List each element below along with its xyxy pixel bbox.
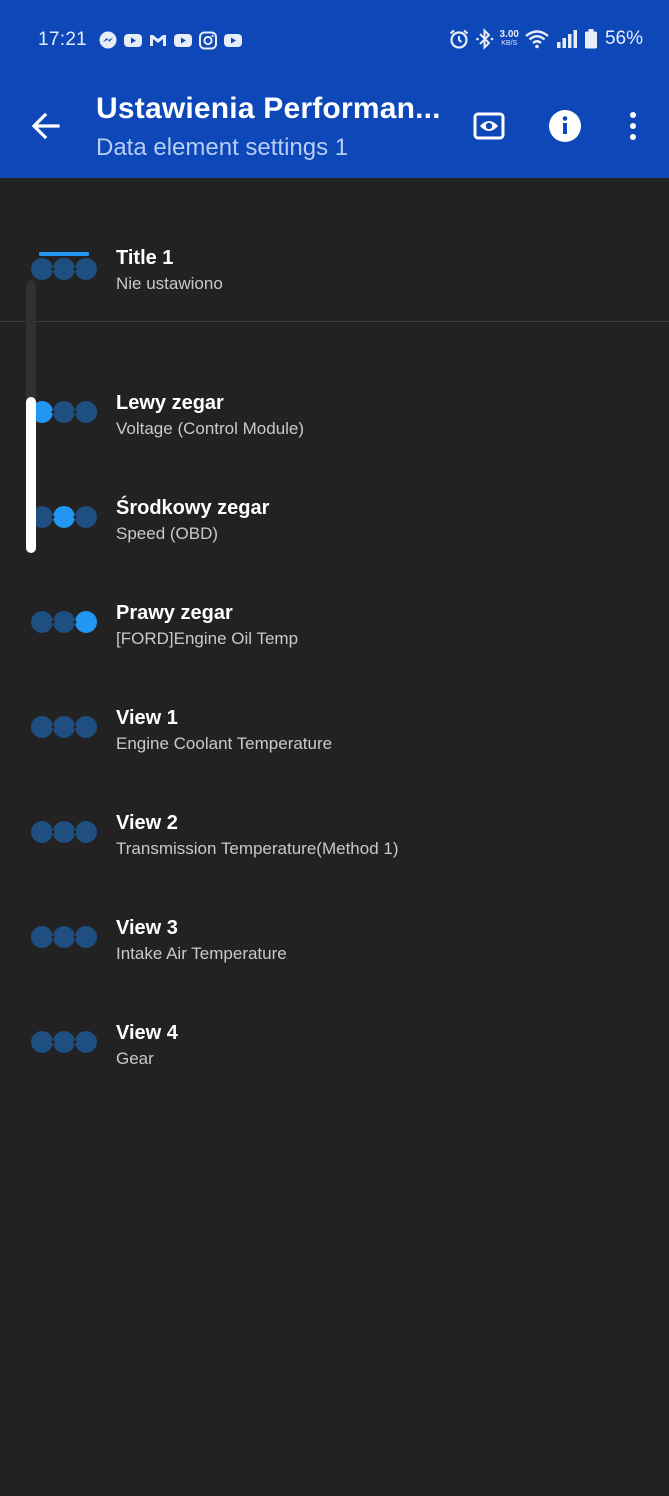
network-speed-unit: KB/S <box>501 40 518 47</box>
battery-percent: 56% <box>604 28 643 49</box>
preview-button[interactable] <box>467 104 511 148</box>
item-subtitle: [FORD]Engine Oil Temp <box>116 629 299 648</box>
preview-eye-icon <box>473 112 505 140</box>
item-title: Lewy zegar <box>116 392 224 414</box>
signal-icon <box>556 30 577 48</box>
wifi-icon <box>525 30 549 49</box>
center-gauge-layout-icon <box>31 506 97 528</box>
view-layout-icon <box>31 926 97 948</box>
divider <box>0 321 669 322</box>
list-item-left-gauge[interactable]: Lewy zegar Voltage (Control Module) <box>0 373 669 463</box>
view-layout-icon <box>31 716 97 738</box>
title-layout-icon <box>31 252 97 280</box>
app-bar: Ustawienia Performan... Data element set… <box>0 80 669 178</box>
status-bar: 17:21 3.00 KB/S 56% <box>0 0 669 80</box>
instagram-icon <box>199 31 217 50</box>
item-title: View 3 <box>116 917 178 939</box>
item-title: Prawy zegar <box>116 602 233 624</box>
status-time: 17:21 <box>38 29 88 50</box>
list-item-title-1[interactable]: Title 1 Nie ustawiono <box>0 228 669 318</box>
gmail-icon <box>150 35 166 46</box>
item-title: Środkowy zegar <box>116 497 270 519</box>
list-item-view-3[interactable]: View 3 Intake Air Temperature <box>0 898 669 988</box>
top-bar: 17:21 3.00 KB/S 56% Ustawienia Performan… <box>0 0 669 178</box>
item-title: Title 1 <box>116 247 174 269</box>
back-button[interactable] <box>26 106 66 146</box>
list-item-center-gauge[interactable]: Środkowy zegar Speed (OBD) <box>0 478 669 568</box>
item-subtitle: Engine Coolant Temperature <box>116 734 333 753</box>
item-title: View 1 <box>116 707 178 729</box>
item-subtitle: Transmission Temperature(Method 1) <box>116 839 399 858</box>
item-title: View 4 <box>116 1022 178 1044</box>
info-button[interactable] <box>543 104 587 148</box>
system-icons: 3.00 KB/S 56% <box>448 28 643 50</box>
battery-icon <box>584 29 597 49</box>
more-vert-icon <box>630 112 636 140</box>
back-arrow-icon <box>31 112 60 140</box>
youtube-icon <box>124 34 142 47</box>
item-title: View 2 <box>116 812 178 834</box>
item-subtitle: Intake Air Temperature <box>116 944 287 963</box>
app-bar-titles: Ustawienia Performan... Data element set… <box>96 92 446 162</box>
view-layout-icon <box>31 1031 97 1053</box>
item-subtitle: Gear <box>116 1049 154 1068</box>
left-gauge-layout-icon <box>31 401 97 423</box>
list-item-view-1[interactable]: View 1 Engine Coolant Temperature <box>0 688 669 778</box>
item-subtitle: Speed (OBD) <box>116 524 219 543</box>
item-subtitle: Voltage (Control Module) <box>116 419 305 438</box>
bluetooth-icon <box>475 28 493 50</box>
network-speed: 3.00 KB/S <box>500 30 519 48</box>
page-subtitle: Data element settings 1 <box>96 134 349 161</box>
notification-icons <box>98 30 243 50</box>
list-item-view-2[interactable]: View 2 Transmission Temperature(Method 1… <box>0 793 669 883</box>
view-layout-icon <box>31 821 97 843</box>
youtube-icon <box>224 34 242 47</box>
youtube-icon <box>174 34 192 47</box>
info-icon <box>549 110 581 142</box>
alarm-icon <box>449 29 468 49</box>
list-item-right-gauge[interactable]: Prawy zegar [FORD]Engine Oil Temp <box>0 583 669 673</box>
item-subtitle: Nie ustawiono <box>116 274 223 293</box>
list-item-view-4[interactable]: View 4 Gear <box>0 1003 669 1093</box>
messenger-icon <box>99 31 117 49</box>
page-title: Ustawienia Performan... <box>96 92 441 125</box>
more-options-button[interactable] <box>611 104 655 148</box>
scrollbar-thumb[interactable] <box>26 397 36 553</box>
right-gauge-layout-icon <box>31 611 97 633</box>
